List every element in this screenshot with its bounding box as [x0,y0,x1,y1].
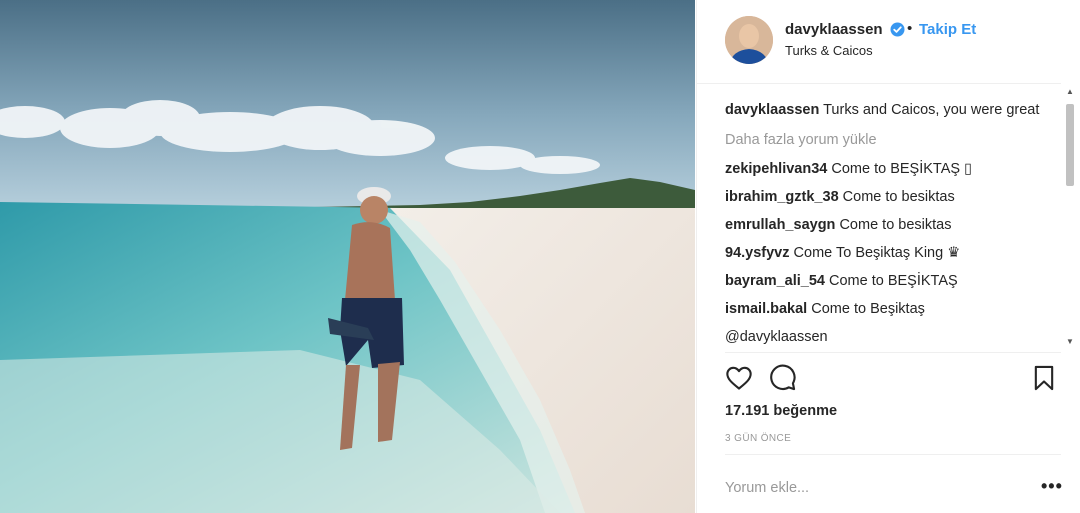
comment-text: Come To Beşiktaş King ♛ [793,245,961,261]
comment-text: Come to BEŞİKTAŞ ▯ [831,161,973,177]
comment-username[interactable]: bayram_ali_54 [725,273,825,289]
bookmark-icon[interactable] [1030,364,1058,392]
separator-dot: • [907,20,913,37]
comment-username[interactable]: ibrahim_gztk_38 [725,189,839,205]
speech-bubble-icon[interactable] [769,364,797,392]
post-timestamp[interactable]: 3 GÜN ÖNCE [725,433,791,444]
username-link[interactable]: davyklaassen [785,21,883,38]
comment-text: Come to besiktas [839,217,952,233]
beach-photo-image [0,0,695,513]
load-more-comments-button[interactable]: Daha fazla yorum yükle [725,130,1061,151]
post-actions [725,364,1061,394]
location-link[interactable]: Turks & Caicos [785,43,873,58]
post-sidebar: davyklaassen • Takip Et Turks & Caicos d… [696,0,1080,513]
follow-button[interactable]: Takip Et [919,21,976,38]
comments-list[interactable]: davyklaassen Turks and Caicos, you were … [725,100,1061,350]
verified-badge-icon [890,22,905,37]
comment-item: @davyklaassen [725,327,1061,348]
comment-item: ibrahim_gztk_38 Come to besiktas [725,187,1061,208]
comment-text: @davyklaassen [725,329,828,345]
comments-scrollbar[interactable]: ▲ ▼ [1063,86,1077,348]
heart-icon[interactable] [725,364,753,392]
divider [725,352,1061,353]
comment-item: emrullah_saygn Come to besiktas [725,215,1061,236]
more-options-icon[interactable]: ••• [1041,477,1063,495]
post-header: davyklaassen • Takip Et Turks & Caicos [697,0,1061,84]
comment-username[interactable]: ismail.bakal [725,301,807,317]
scroll-up-arrow-icon[interactable]: ▲ [1066,88,1074,96]
comment-item: zekipehlivan34 Come to BEŞİKTAŞ ▯ [725,159,1061,180]
add-comment-input[interactable] [725,476,1015,500]
scroll-thumb[interactable] [1066,104,1074,186]
comment-item: bayram_ali_54 Come to BEŞİKTAŞ [725,271,1061,292]
likes-count[interactable]: 17.191 beğenme [725,403,837,419]
comment-item: ismail.bakal Come to Beşiktaş [725,299,1061,320]
post-photo[interactable] [0,0,695,513]
comment-text: Come to BEŞİKTAŞ [829,273,958,289]
comment-text: Come to besiktas [842,189,955,205]
comment-username[interactable]: 94.ysfyvz [725,245,790,261]
comment-text: Come to Beşiktaş [811,301,925,317]
avatar[interactable] [725,16,773,64]
scroll-down-arrow-icon[interactable]: ▼ [1066,338,1074,346]
caption-username[interactable]: davyklaassen [725,102,819,118]
comment-item: 94.ysfyvz Come To Beşiktaş King ♛ [725,243,1061,264]
post-caption: davyklaassen Turks and Caicos, you were … [725,100,1061,121]
comment-username[interactable]: emrullah_saygn [725,217,835,233]
divider [725,454,1061,455]
caption-text: Turks and Caicos, you were great [823,102,1040,118]
comment-username[interactable]: zekipehlivan34 [725,161,827,177]
